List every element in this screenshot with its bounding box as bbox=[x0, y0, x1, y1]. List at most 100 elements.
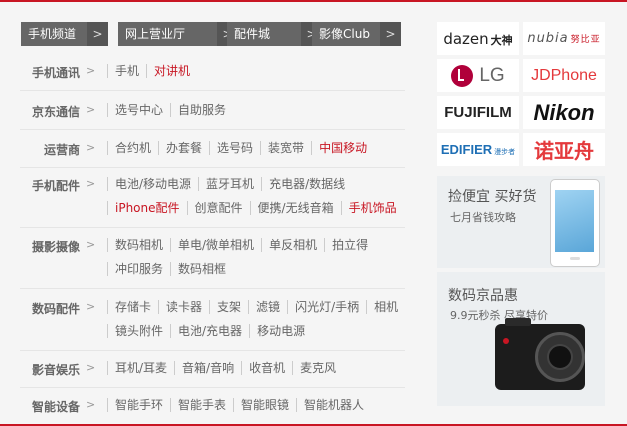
category-link[interactable]: 智能手表 bbox=[170, 398, 233, 412]
category-link[interactable]: 镜头附件 bbox=[107, 324, 170, 338]
link-line: 电池/移动电源 蓝牙耳机 充电器/数据线 bbox=[107, 177, 407, 201]
chevron-right-icon: > bbox=[86, 238, 96, 251]
lg-logo-text: LG bbox=[479, 64, 505, 86]
tab-label: 手机频道 bbox=[28, 27, 77, 41]
brand-nikon[interactable]: Nikon bbox=[523, 96, 605, 129]
category-links: 手机 对讲机 bbox=[107, 64, 407, 88]
category-title[interactable]: 数码配件 bbox=[32, 300, 80, 317]
category-link[interactable]: 存储卡 bbox=[107, 300, 158, 314]
brand-lg[interactable]: LG bbox=[437, 59, 519, 92]
category-links: 选号中心 自助服务 bbox=[107, 103, 407, 127]
row-divider bbox=[20, 227, 405, 228]
category-links: 合约机 办套餐 选号码 装宽带 中国移动 bbox=[107, 141, 407, 165]
category-link[interactable]: 滤镜 bbox=[248, 300, 287, 314]
category-link[interactable]: 办套餐 bbox=[158, 141, 209, 155]
promo-bargain[interactable]: 捡便宜 买好货 七月省钱攻略 bbox=[437, 176, 605, 268]
category-link[interactable]: 支架 bbox=[209, 300, 248, 314]
category-links: 电池/移动电源 蓝牙耳机 充电器/数据线 iPhone配件 创意配件 便携/无线音箱 手机饰… bbox=[107, 177, 407, 225]
brand-edifier[interactable]: EDIFIER 漫步者 bbox=[437, 133, 519, 166]
category-link[interactable]: 冲印服务 bbox=[107, 262, 170, 276]
category-link[interactable]: 音箱/音响 bbox=[174, 361, 241, 375]
chevron-right-icon: > bbox=[86, 64, 96, 77]
link-line: 耳机/耳麦 音箱/音响 收音机 麦克风 bbox=[107, 361, 407, 385]
category-link[interactable]: 单反相机 bbox=[261, 238, 324, 252]
category-link[interactable]: 智能手环 bbox=[107, 398, 170, 412]
category-links: 耳机/耳麦 音箱/音响 收音机 麦克风 bbox=[107, 361, 407, 385]
link-line: 冲印服务 数码相框 bbox=[107, 262, 407, 286]
category-link[interactable]: 充电器/数据线 bbox=[261, 177, 352, 191]
row-divider bbox=[20, 350, 405, 351]
category-link[interactable]: 创意配件 bbox=[186, 201, 250, 215]
jdphone-logo: JDPhone bbox=[531, 66, 597, 84]
category-link[interactable]: 耳机/耳麦 bbox=[107, 361, 174, 375]
category-link[interactable]: 合约机 bbox=[107, 141, 158, 155]
category-link[interactable]: 蓝牙耳机 bbox=[198, 177, 261, 191]
category-link[interactable]: 选号码 bbox=[209, 141, 260, 155]
brand-fujifilm[interactable]: FUJIFILM bbox=[437, 96, 519, 129]
lg-logo-icon bbox=[451, 64, 474, 87]
category-link[interactable]: 智能眼镜 bbox=[233, 398, 296, 412]
link-line: 数码相机 单电/微单相机 单反相机 拍立得 bbox=[107, 238, 407, 262]
category-link[interactable]: 电池/充电器 bbox=[170, 324, 249, 338]
category-link[interactable]: 自助服务 bbox=[170, 103, 233, 117]
category-link[interactable]: 读卡器 bbox=[158, 300, 209, 314]
category-title[interactable]: 京东通信 bbox=[32, 103, 80, 120]
category-link[interactable]: 闪光灯/手柄 bbox=[287, 300, 366, 314]
chevron-right-icon: > bbox=[86, 177, 96, 190]
category-link[interactable]: 单电/微单相机 bbox=[170, 238, 261, 252]
category-title[interactable]: 手机配件 bbox=[32, 177, 80, 194]
category-link[interactable]: iPhone配件 bbox=[107, 201, 187, 215]
category-link[interactable]: 数码相框 bbox=[170, 262, 233, 276]
chevron-right-icon: > bbox=[86, 300, 96, 313]
nubia-logo: nubia 努比亚 bbox=[527, 31, 601, 46]
category-link[interactable]: 便携/无线音箱 bbox=[249, 201, 341, 215]
category-link[interactable]: 手机饰品 bbox=[340, 201, 404, 215]
chevron-right-icon: > bbox=[86, 361, 96, 374]
tab-online-service-hall[interactable]: 网上营业厅 > bbox=[118, 22, 238, 46]
category-link[interactable]: 拍立得 bbox=[324, 238, 375, 252]
category-link[interactable]: 手机 bbox=[107, 64, 146, 78]
brand-grid: dazen 大神 nubia 努比亚 LG JDPhone FUJIFILM Nik… bbox=[437, 22, 605, 166]
fujifilm-logo: FUJIFILM bbox=[444, 104, 512, 121]
row-divider bbox=[20, 90, 405, 91]
category-link[interactable]: 麦克风 bbox=[292, 361, 343, 375]
promo-subtitle: 9.9元秒杀 尽享特价 bbox=[450, 309, 548, 322]
brand-nubia[interactable]: nubia 努比亚 bbox=[523, 22, 605, 55]
category-title[interactable]: 手机通讯 bbox=[32, 64, 80, 81]
row-divider bbox=[20, 288, 405, 289]
category-link[interactable]: 选号中心 bbox=[107, 103, 170, 117]
category-link[interactable]: 中国移动 bbox=[311, 141, 374, 155]
category-link[interactable]: 数码相机 bbox=[107, 238, 170, 252]
brand-jdphone[interactable]: JDPhone bbox=[523, 59, 605, 92]
edifier-logo: EDIFIER 漫步者 bbox=[440, 142, 516, 157]
brand-nuoyazhou[interactable]: 诺亚舟 bbox=[523, 133, 605, 166]
brand-dazen[interactable]: dazen 大神 bbox=[437, 22, 519, 55]
category-title[interactable]: 智能设备 bbox=[32, 398, 80, 415]
chevron-right-icon: > bbox=[86, 103, 96, 116]
category-links: 存储卡 读卡器 支架 滤镜 闪光灯/手柄 相机镜头附件 电池/充电器 移动电源 bbox=[107, 300, 407, 348]
category-title[interactable]: 摄影摄像 bbox=[32, 238, 80, 255]
tab-imaging-club[interactable]: 影像Club > bbox=[312, 22, 401, 46]
link-line: 合约机 办套餐 选号码 装宽带 中国移动 bbox=[107, 141, 407, 165]
promo-title: 捡便宜 买好货 bbox=[448, 189, 537, 205]
category-link[interactable]: 移动电源 bbox=[249, 324, 312, 338]
nikon-logo: Nikon bbox=[533, 99, 595, 125]
smartphone-image bbox=[550, 179, 600, 267]
category-link[interactable]: 电池/移动电源 bbox=[107, 177, 198, 191]
category-link[interactable]: 相机 bbox=[366, 300, 405, 314]
link-line: 智能手环 智能手表 智能眼镜 智能机器人 bbox=[107, 398, 407, 422]
category-link[interactable]: 装宽带 bbox=[260, 141, 311, 155]
category-links: 数码相机 单电/微单相机 单反相机 拍立得 冲印服务 数码相框 bbox=[107, 238, 407, 286]
chevron-right-icon: > bbox=[86, 398, 96, 411]
category-link[interactable]: 收音机 bbox=[241, 361, 292, 375]
chevron-right-icon: > bbox=[86, 141, 96, 154]
category-title[interactable]: 影音娱乐 bbox=[32, 361, 80, 378]
category-link[interactable]: 对讲机 bbox=[146, 64, 197, 78]
category-title[interactable]: 运营商 bbox=[44, 141, 80, 158]
tab-phone-channel[interactable]: 手机频道 > bbox=[21, 22, 108, 46]
tab-accessories-city[interactable]: 配件城 > bbox=[227, 22, 322, 46]
row-divider bbox=[20, 387, 405, 388]
category-link[interactable]: 智能机器人 bbox=[296, 398, 371, 412]
promo-digital[interactable]: 数码京品惠 9.9元秒杀 尽享特价 bbox=[437, 272, 605, 406]
tab-label: 影像Club bbox=[319, 27, 370, 41]
